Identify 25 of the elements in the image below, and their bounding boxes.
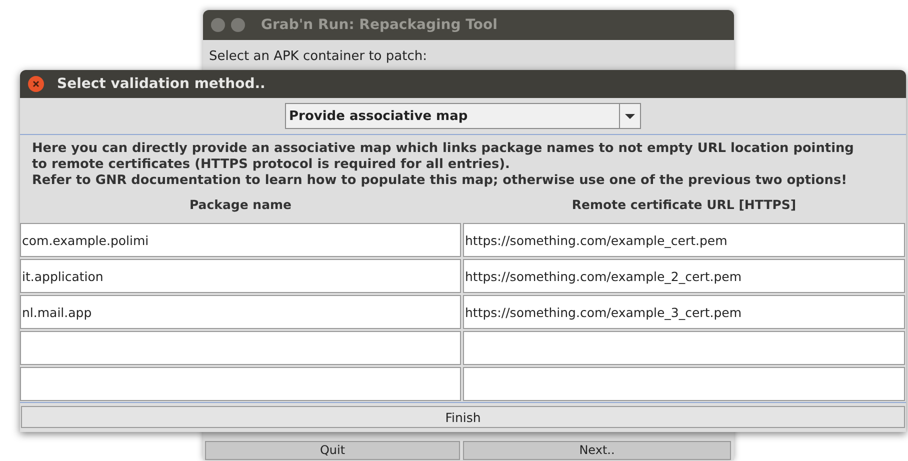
package-field[interactable]: com.example.polimi: [20, 223, 461, 257]
url-field[interactable]: https://something.com/example_cert.pem: [463, 223, 905, 257]
window-title: Grab'n Run: Repackaging Tool: [261, 17, 498, 33]
method-dropdown[interactable]: Provide associative map: [285, 103, 641, 129]
package-field[interactable]: [20, 367, 461, 401]
next-button[interactable]: Next..: [463, 441, 731, 460]
column-header: Remote certificate URL [HTTPS]: [572, 197, 796, 212]
dialog-title: Select validation method..: [57, 76, 266, 92]
quit-button[interactable]: Quit: [205, 441, 460, 460]
description-text: Refer to GNR documentation to learn how to populate this map; otherwise use one of the previous two options!: [32, 173, 848, 189]
description-text: to remote certificates (HTTPS protocol is required for all entries).: [32, 157, 510, 173]
close-icon[interactable]: [28, 76, 44, 92]
column-header: Package name: [189, 197, 292, 212]
url-field[interactable]: https://something.com/example_3_cert.pem: [463, 295, 905, 329]
package-field[interactable]: [20, 331, 461, 365]
url-field[interactable]: [463, 331, 905, 365]
prompt-label: Select an APK container to patch:: [208, 48, 427, 64]
package-field[interactable]: nl.mail.app: [20, 295, 461, 329]
minimize-icon[interactable]: [231, 18, 245, 32]
close-icon[interactable]: [211, 18, 225, 32]
url-field[interactable]: [463, 367, 905, 401]
finish-button[interactable]: Finish: [21, 406, 905, 428]
package-field[interactable]: it.application: [20, 259, 461, 293]
url-field[interactable]: https://something.com/example_2_cert.pem: [463, 259, 905, 293]
description-text: Here you can directly provide an associative map which links package names to not empty URL location pointing: [32, 141, 854, 157]
